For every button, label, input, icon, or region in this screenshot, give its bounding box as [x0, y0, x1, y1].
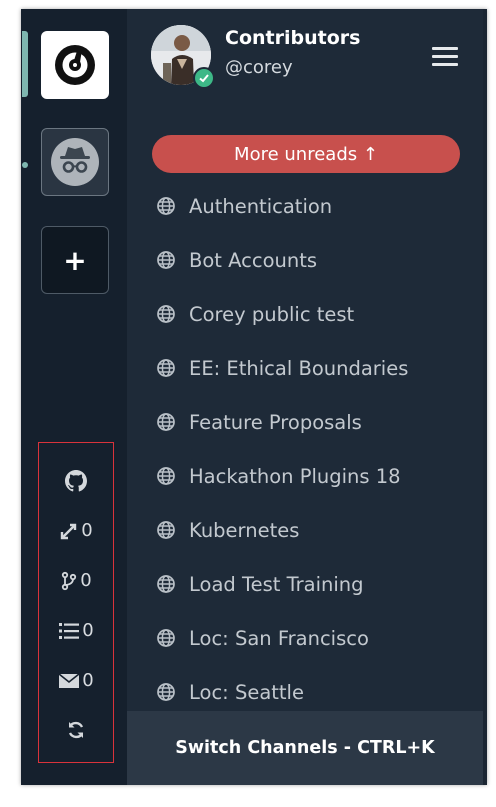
assignments-count: 0: [82, 620, 94, 641]
globe-icon: [157, 467, 175, 485]
channel-sidebar: Contributors @corey More unreads ↑ Authe…: [127, 9, 483, 785]
sidebar-border: [483, 9, 487, 785]
channel-name: Kubernetes: [189, 518, 300, 542]
username: @corey: [225, 57, 293, 78]
github-prs-button[interactable]: 0: [39, 570, 113, 591]
channel-name: Authentication: [189, 194, 333, 218]
plus-icon: +: [63, 243, 87, 277]
mattermost-logo-icon: [55, 45, 95, 85]
channel-item[interactable]: Loc: San Francisco: [127, 611, 483, 665]
github-reviews-button[interactable]: 0: [39, 520, 113, 541]
incognito-icon: [51, 138, 99, 186]
channel-item[interactable]: Bot Accounts: [127, 233, 483, 287]
channel-item[interactable]: Hackathon Plugins 18: [127, 449, 483, 503]
reviews-count: 0: [81, 520, 93, 541]
switch-channels-button[interactable]: Switch Channels - CTRL+K: [127, 711, 483, 785]
channel-name: Loc: San Francisco: [189, 626, 369, 650]
globe-icon: [157, 575, 175, 593]
refresh-icon: [68, 721, 84, 739]
globe-icon: [157, 683, 175, 701]
team-unread-dot: [22, 162, 28, 168]
online-status-icon: [193, 67, 215, 89]
channel-name: Corey public test: [189, 302, 355, 326]
merge-icon: [62, 571, 77, 590]
channel-name: Bot Accounts: [189, 248, 318, 272]
channel-item[interactable]: Corey public test: [127, 287, 483, 341]
more-unreads-button[interactable]: More unreads ↑: [152, 135, 460, 173]
globe-icon: [157, 251, 175, 269]
active-team-indicator: [22, 31, 28, 97]
github-icon: [65, 470, 87, 492]
team-sidebar: + 0 0 0 0: [21, 9, 127, 785]
channel-name: Loc: Seattle: [189, 680, 304, 704]
globe-icon: [157, 197, 175, 215]
channel-item[interactable]: Load Test Training: [127, 557, 483, 611]
channel-name: Feature Proposals: [189, 410, 362, 434]
channel-name: Load Test Training: [189, 572, 364, 596]
globe-icon: [157, 629, 175, 647]
github-icon-button[interactable]: [39, 470, 113, 492]
channel-name: EE: Ethical Boundaries: [189, 356, 409, 380]
channel-item[interactable]: Kubernetes: [127, 503, 483, 557]
globe-icon: [157, 359, 175, 377]
channel-name: Hackathon Plugins 18: [189, 464, 401, 488]
app-window: + 0 0 0 0 Contributors @corey More unrea…: [21, 9, 487, 785]
globe-icon: [157, 413, 175, 431]
channel-item[interactable]: Authentication: [127, 179, 483, 233]
messages-count: 0: [82, 670, 94, 691]
add-team-button[interactable]: +: [41, 226, 109, 294]
review-icon: [61, 523, 77, 539]
prs-count: 0: [80, 570, 92, 591]
list-icon: [59, 622, 80, 639]
team-name: Contributors: [225, 27, 361, 49]
channel-item[interactable]: Feature Proposals: [127, 395, 483, 449]
channel-item[interactable]: EE: Ethical Boundaries: [127, 341, 483, 395]
team-button-mattermost[interactable]: [41, 31, 109, 99]
github-plugin-panel: 0 0 0 0: [38, 442, 114, 763]
github-refresh-button[interactable]: [39, 720, 113, 740]
globe-icon: [157, 521, 175, 539]
team-button-incognito[interactable]: [41, 128, 109, 196]
globe-icon: [157, 305, 175, 323]
hamburger-menu-icon[interactable]: [430, 45, 460, 69]
github-messages-button[interactable]: 0: [39, 670, 113, 691]
github-assignments-button[interactable]: 0: [39, 620, 113, 641]
mail-icon: [58, 672, 80, 688]
